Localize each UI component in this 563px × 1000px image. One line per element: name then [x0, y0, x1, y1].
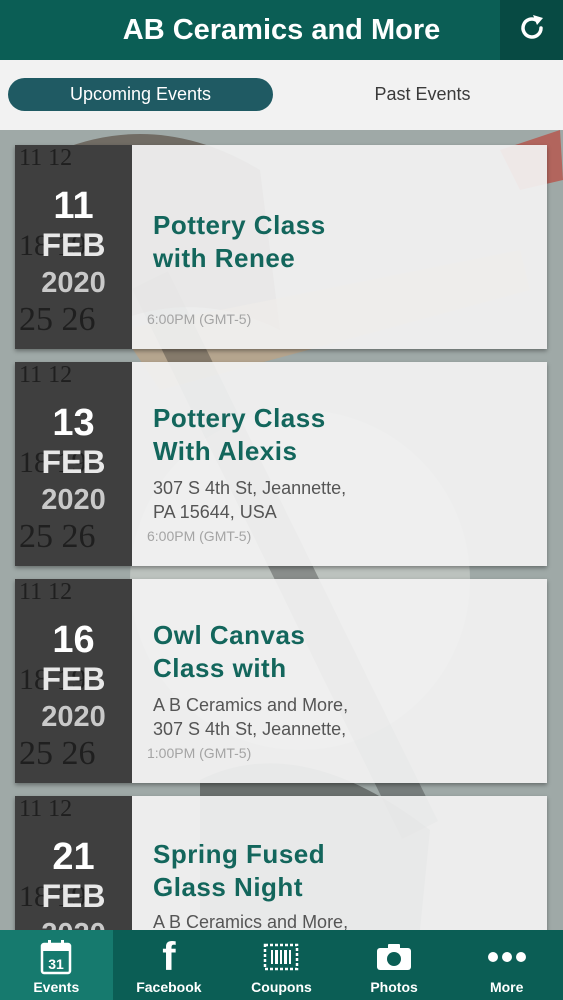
- event-day: 21: [52, 836, 95, 878]
- event-day: 13: [52, 402, 95, 444]
- event-title-line-2: with Renee: [153, 243, 296, 273]
- event-info: Pottery Class with Renee 6:00PM (GMT-5): [132, 145, 547, 349]
- calendar-icon: 31: [40, 937, 72, 977]
- event-time: 1:00PM (GMT-5): [147, 745, 252, 761]
- event-card[interactable]: 11 12 18 19 25 26 16 FEB 2020 Owl Canvas…: [15, 579, 547, 783]
- event-title: Owl Canvas Class with: [153, 619, 453, 685]
- refresh-icon: [517, 13, 547, 48]
- tab-coupons[interactable]: Coupons: [225, 930, 338, 1000]
- tab-label: Facebook: [136, 979, 202, 995]
- tab-label: Coupons: [251, 979, 312, 995]
- event-card[interactable]: 11 12 18 19 25 26 21 FEB 2020 Spring Fus…: [15, 796, 547, 930]
- svg-text:25 26: 25 26: [19, 518, 96, 555]
- event-title-line-2: Glass Night: [153, 872, 303, 902]
- event-title: Spring Fused Glass Night: [153, 838, 453, 904]
- event-info: Pottery Class With Alexis 307 S 4th St, …: [132, 362, 547, 566]
- event-year: 2020: [41, 267, 106, 299]
- date-badge: 11 12 18 19 25 26 16 FEB 2020: [15, 579, 132, 783]
- event-day: 11: [53, 185, 94, 227]
- event-card[interactable]: 11 12 18 19 25 26 11 FEB 2020 Pottery Cl…: [15, 145, 547, 349]
- event-day: 16: [52, 619, 95, 661]
- event-title: Pottery Class With Alexis: [153, 402, 453, 468]
- date-badge: 11 12 18 19 25 26 13 FEB 2020: [15, 362, 132, 566]
- refresh-button[interactable]: [500, 0, 563, 60]
- event-info: Spring Fused Glass Night A B Ceramics an…: [132, 796, 547, 930]
- event-list: 11 12 18 19 25 26 11 FEB 2020 Pottery Cl…: [0, 130, 563, 930]
- event-card[interactable]: 11 12 18 19 25 26 13 FEB 2020 Pottery Cl…: [15, 362, 547, 566]
- app-header: AB Ceramics and More: [0, 0, 563, 60]
- event-address-line-1: A B Ceramics and More,: [153, 695, 349, 715]
- event-address-line-1: 307 S 4th St, Jeannette,: [153, 478, 347, 498]
- event-title-line-1: Owl Canvas: [153, 620, 306, 650]
- svg-text:11 12: 11 12: [19, 362, 72, 388]
- bottom-tab-bar: 31 Events f Facebook Coupons Photos More: [0, 930, 563, 1000]
- svg-text:11 12: 11 12: [19, 145, 72, 171]
- event-info: Owl Canvas Class with A B Ceramics and M…: [132, 579, 547, 783]
- tab-upcoming-events[interactable]: Upcoming Events: [8, 78, 273, 111]
- tab-past-events[interactable]: Past Events: [290, 78, 555, 111]
- event-year: 2020: [41, 484, 106, 516]
- event-address-line-2: PA 15644, USA: [153, 502, 277, 522]
- more-dots-icon: [487, 937, 527, 977]
- event-address-line-2: 307 S 4th St, Jeannette,: [153, 719, 347, 739]
- event-title: Pottery Class with Renee: [153, 209, 453, 275]
- event-month: FEB: [41, 444, 106, 480]
- coupon-icon: [263, 937, 299, 977]
- event-time: 6:00PM (GMT-5): [147, 311, 252, 327]
- event-month: FEB: [41, 878, 106, 914]
- facebook-icon: f: [162, 935, 176, 979]
- event-month: FEB: [41, 227, 106, 263]
- event-title-line-1: Spring Fused: [153, 839, 326, 869]
- event-time: 6:00PM (GMT-5): [147, 528, 252, 544]
- event-address: A B Ceramics and More, 307 S 4th St, Jea…: [153, 693, 413, 741]
- event-title-line-1: Pottery Class: [153, 403, 326, 433]
- event-year: 2020: [41, 701, 106, 733]
- date-badge: 11 12 18 19 25 26 21 FEB 2020: [15, 796, 132, 930]
- date-badge: 11 12 18 19 25 26 11 FEB 2020: [15, 145, 132, 349]
- event-title-line-2: With Alexis: [153, 436, 298, 466]
- svg-text:11 12: 11 12: [19, 579, 72, 605]
- event-title-line-1: Pottery Class: [153, 210, 326, 240]
- tab-facebook[interactable]: f Facebook: [113, 930, 226, 1000]
- event-title-line-2: Class with: [153, 653, 287, 683]
- tab-label: Events: [33, 979, 80, 995]
- tab-events[interactable]: 31 Events: [0, 930, 113, 1000]
- svg-text:25 26: 25 26: [19, 301, 96, 338]
- svg-text:11 12: 11 12: [19, 796, 72, 822]
- tab-more[interactable]: More: [450, 930, 563, 1000]
- event-month: FEB: [41, 661, 106, 697]
- tab-label: Photos: [370, 979, 418, 995]
- camera-icon: [375, 937, 413, 977]
- svg-text:25 26: 25 26: [19, 735, 96, 772]
- event-address: A B Ceramics and More,: [153, 910, 413, 930]
- svg-text:31: 31: [49, 956, 65, 972]
- tab-label: More: [489, 979, 524, 995]
- segment-control: Upcoming Events Past Events: [0, 60, 563, 130]
- page-title: AB Ceramics and More: [122, 13, 441, 46]
- tab-photos[interactable]: Photos: [338, 930, 451, 1000]
- event-address: 307 S 4th St, Jeannette, PA 15644, USA: [153, 476, 413, 524]
- event-year: 2020: [15, 918, 132, 930]
- event-address-line-1: A B Ceramics and More,: [153, 912, 349, 930]
